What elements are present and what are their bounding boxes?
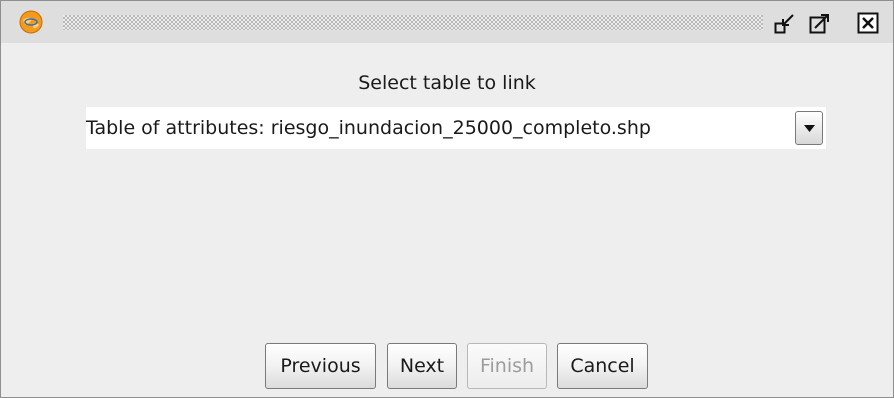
title-bar[interactable] [1, 1, 893, 43]
maximize-icon[interactable] [809, 12, 831, 34]
chevron-down-icon [804, 125, 815, 132]
cancel-button[interactable]: Cancel [557, 343, 648, 389]
wizard-content: Select table to link Table of attributes… [1, 43, 893, 397]
dropdown-arrow-button[interactable] [795, 111, 823, 145]
minimize-icon[interactable] [774, 12, 796, 34]
page-title: Select table to link [358, 72, 536, 94]
table-select-dropdown[interactable]: Table of attributes: riesgo_inundacion_2… [86, 107, 826, 149]
previous-button[interactable]: Previous [265, 343, 376, 389]
next-button[interactable]: Next [387, 343, 457, 389]
wizard-window: Select table to link Table of attributes… [0, 0, 894, 398]
gvsig-globe-icon [19, 10, 43, 34]
finish-button[interactable]: Finish [467, 343, 547, 389]
close-icon[interactable] [857, 12, 879, 34]
title-bar-drag-area[interactable] [63, 15, 763, 30]
table-select-value: Table of attributes: riesgo_inundacion_2… [86, 117, 651, 139]
